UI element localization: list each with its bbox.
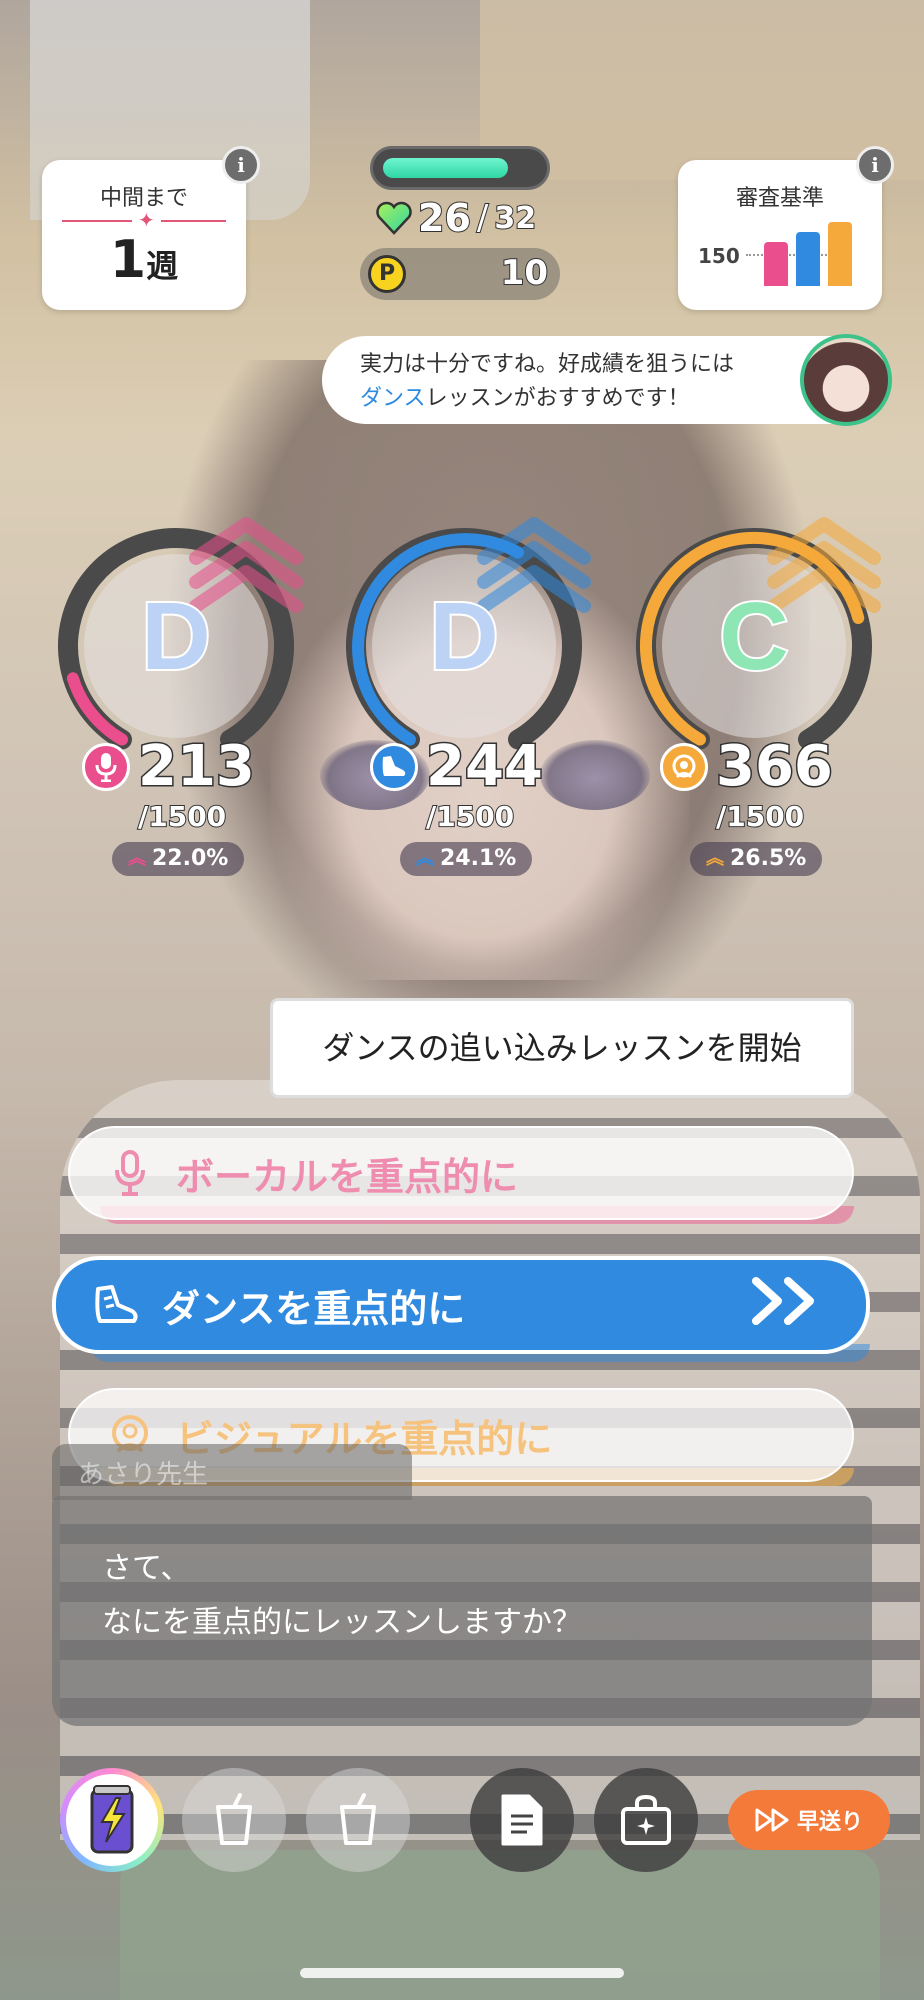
criteria-bar-vocal <box>764 242 788 286</box>
cup-icon <box>216 1793 252 1845</box>
shoe-icon <box>86 1283 146 1327</box>
producer-avatar <box>800 334 892 426</box>
advice-line2: ダンスレッスンがおすすめです！ <box>360 386 690 411</box>
criteria-bar-visual <box>828 222 852 286</box>
criteria-title: 審査基準 <box>735 186 824 211</box>
stat-gauge-visual: C 366/1500 ︽ 26.5% <box>624 516 884 896</box>
stamina-fill <box>383 158 508 178</box>
stat-max: /1500 <box>137 799 227 834</box>
criteria-bar-dance <box>796 232 820 286</box>
stamina-current: 26 <box>417 195 472 241</box>
stat-max: /1500 <box>715 799 805 834</box>
stat-value: 244 <box>425 733 545 801</box>
stat-bonus-percent: ︽ 24.1% <box>400 842 533 876</box>
stat-gauge-vocal: D 213/1500 ︽ 22.0% <box>46 516 306 896</box>
stat-value: 366 <box>715 733 835 801</box>
bag-icon <box>621 1794 671 1845</box>
stat-value-row: 213 <box>82 733 257 801</box>
stamina-max: 32 <box>493 200 537 237</box>
p-points-value: 10 <box>500 252 549 294</box>
lesson-prompt: ダンスの追い込みレッスンを開始 <box>270 998 854 1098</box>
stat-value-row: 366 <box>660 733 835 801</box>
stat-bonus-percent: ︽ 22.0% <box>112 842 245 876</box>
info-icon[interactable]: i <box>856 146 894 184</box>
criteria-threshold: 150 <box>698 244 740 268</box>
sparkle-icon: ✦ <box>132 208 161 232</box>
drink-slot-empty[interactable] <box>182 1768 286 1872</box>
document-icon <box>501 1794 543 1846</box>
vocal-focus-label: ボーカルを重点的に <box>176 1154 519 1199</box>
weeks-remaining-value: 1週 <box>109 230 179 290</box>
stat-max: /1500 <box>425 799 515 834</box>
p-coin-icon: P <box>368 255 406 293</box>
fast-forward-icon <box>755 1808 789 1832</box>
dialogue-line2: なにを重点的にレッスンしますか？ <box>102 1605 582 1640</box>
stamina-bar <box>370 146 550 190</box>
dialogue-box[interactable]: さて、 なにを重点的にレッスンしますか？ <box>52 1496 872 1726</box>
fast-forward-label: 早送り <box>796 1810 863 1835</box>
dance-focus-button[interactable]: ダンスを重点的に <box>52 1256 870 1354</box>
stat-rank: D <box>139 581 212 692</box>
stat-rank: D <box>427 581 500 692</box>
drink-slot-energy[interactable] <box>60 1768 164 1872</box>
memo-button[interactable] <box>470 1768 574 1872</box>
weeks-remaining-card[interactable]: 中間まで ✦ 1週 <box>42 160 246 310</box>
item-bag-button[interactable] <box>594 1768 698 1872</box>
p-points: P 10 <box>360 248 560 300</box>
stat-bonus-percent: ︽ 26.5% <box>690 842 823 876</box>
fast-forward-button[interactable]: 早送り <box>728 1790 890 1850</box>
divider: ✦ <box>62 208 226 232</box>
stat-gauge-dance: D 244/1500 ︽ 24.1% <box>334 516 594 896</box>
home-indicator[interactable] <box>300 1968 624 1978</box>
sparkle-face-icon <box>660 742 708 791</box>
dialogue-line1: さて、 <box>102 1551 191 1586</box>
advice-bubble: 実力は十分ですね。好成績を狙うには ダンスレッスンがおすすめです！ <box>322 336 878 424</box>
stat-value-row: 244 <box>370 733 545 801</box>
stamina-slash: / <box>476 197 490 239</box>
double-chevron-right-icon <box>750 1275 826 1336</box>
cup-icon <box>340 1793 376 1845</box>
speaker-name: あさり先生 <box>52 1444 412 1500</box>
drink-slot-empty[interactable] <box>306 1768 410 1872</box>
info-icon[interactable]: i <box>222 146 260 184</box>
criteria-card[interactable]: 審査基準 150 <box>678 160 882 310</box>
dance-focus-label: ダンスを重点的に <box>162 1286 466 1331</box>
vocal-focus-button[interactable]: ボーカルを重点的に <box>68 1126 854 1220</box>
shoe-icon <box>370 742 418 791</box>
stamina-counter: 26 / 32 <box>374 195 537 241</box>
microphone-icon <box>100 1150 160 1196</box>
advice-line1: 実力は十分ですね。好成績を狙うには <box>360 352 735 377</box>
stat-value: 213 <box>137 733 257 801</box>
microphone-icon <box>82 742 130 791</box>
stat-rank: C <box>717 581 790 692</box>
heart-icon <box>376 201 412 235</box>
energy-drink-icon <box>90 1785 134 1854</box>
